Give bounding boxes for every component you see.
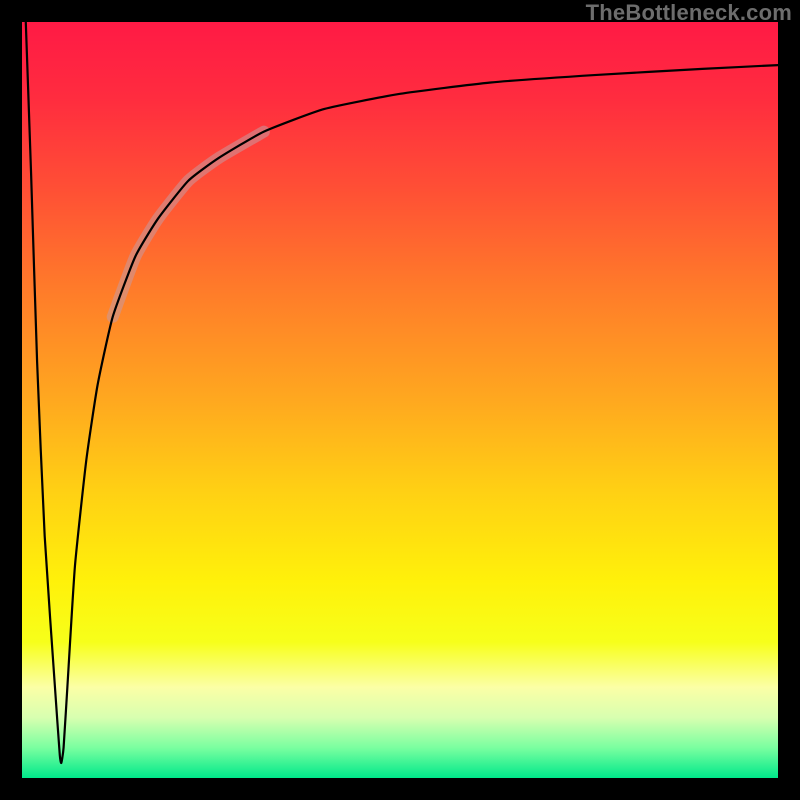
curve-layer: [22, 22, 778, 778]
chart-stage: TheBottleneck.com: [0, 0, 800, 800]
highlight-segment: [113, 132, 264, 317]
attribution-label: TheBottleneck.com: [586, 0, 792, 26]
plot-area: [22, 22, 778, 778]
bottleneck-curve: [26, 22, 778, 763]
